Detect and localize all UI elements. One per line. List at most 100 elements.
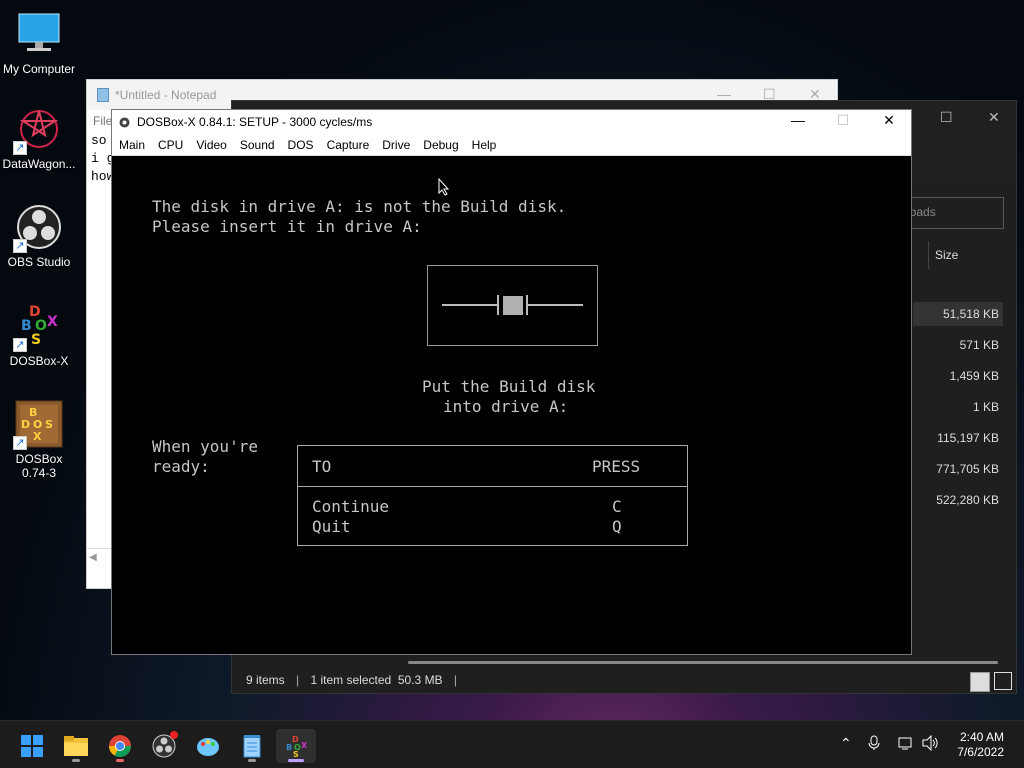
desktop-icon-label: OBS Studio: [7, 255, 71, 269]
folder-icon: [64, 736, 88, 756]
menu-sound[interactable]: Sound: [233, 138, 281, 152]
explorer-search-field[interactable]: loads: [906, 197, 1004, 229]
file-size-cell[interactable]: 51,518 KB: [913, 302, 1003, 326]
running-indicator: [288, 759, 304, 762]
desktop-icon-datawagon[interactable]: ↗ DataWagon...: [0, 105, 78, 171]
svg-text:X: X: [47, 314, 58, 330]
svg-text:X: X: [301, 741, 307, 750]
option-continue-key[interactable]: C: [612, 497, 622, 517]
menu-help[interactable]: Help: [465, 138, 503, 152]
taskbar-file-explorer[interactable]: [56, 729, 96, 763]
put-disk-message-1: Put the Build disk: [422, 377, 596, 396]
menu-drive[interactable]: Drive: [375, 138, 416, 152]
chevron-up-icon[interactable]: ⌃: [840, 735, 852, 752]
file-size-cell[interactable]: 1,459 KB: [913, 364, 1003, 388]
file-size-cell[interactable]: 571 KB: [913, 333, 1003, 357]
microphone-icon[interactable]: [868, 735, 880, 754]
obs-icon: ↗: [13, 203, 63, 253]
svg-text:S: S: [31, 332, 41, 348]
ready-prompt-2: ready:: [152, 457, 210, 476]
put-disk-message-2: into drive A:: [443, 397, 569, 416]
close-icon[interactable]: ✕: [988, 109, 1000, 126]
svg-text:B: B: [286, 743, 292, 752]
desktop-icon-dosbox[interactable]: B D O S X ↗ DOSBox 0.74-3: [0, 400, 78, 480]
volume-icon[interactable]: [922, 734, 940, 754]
system-clock[interactable]: 2:40 AM 7/6/2022: [957, 730, 1004, 760]
mouse-cursor-icon: [438, 177, 450, 196]
item-count: 9 items: [246, 673, 285, 687]
explorer-status-bar: 9 items | 1 item selected 50.3 MB |: [232, 667, 1016, 693]
clock-date: 7/6/2022: [957, 745, 1004, 759]
svg-text:X: X: [33, 430, 42, 443]
svg-text:D: D: [21, 418, 30, 431]
menu-debug[interactable]: Debug: [416, 138, 464, 152]
dosbox-title: DOSBox-X 0.84.1: SETUP - 3000 cycles/ms: [137, 115, 373, 129]
file-size-cell[interactable]: 1 KB: [913, 395, 1003, 419]
svg-text:S: S: [45, 418, 53, 431]
taskbar-obs[interactable]: [144, 729, 184, 763]
taskbar-chrome[interactable]: [100, 729, 140, 763]
options-table-divider: [298, 486, 687, 487]
details-view-icon[interactable]: [970, 672, 990, 692]
shortcut-arrow-icon: ↗: [13, 338, 27, 352]
dosbox-menubar: Main CPU Video Sound DOS Capture Drive D…: [112, 134, 911, 156]
menu-cpu[interactable]: CPU: [151, 138, 189, 152]
disk-error-message: The disk in drive A: is not the Build di…: [152, 197, 567, 216]
file-size-cell[interactable]: 771,705 KB: [913, 457, 1003, 481]
horizontal-scrollbar[interactable]: [87, 548, 111, 568]
dosbox-x-icon: D B O X S ↗: [13, 302, 63, 352]
desktop-icon-obs-studio[interactable]: ↗ OBS Studio: [0, 203, 78, 269]
file-size-cell[interactable]: 522,280 KB: [913, 488, 1003, 512]
column-header-to: TO: [312, 457, 332, 476]
desktop-icon-dosbox-x[interactable]: D B O X S ↗ DOSBox-X: [0, 302, 78, 368]
taskbar: D B O X S ⌃ 2:40 AM 7/6/2022: [0, 720, 1024, 768]
running-indicator: [72, 759, 80, 762]
insert-disk-message: Please insert it in drive A:: [152, 217, 422, 236]
option-quit-key[interactable]: Q: [612, 517, 622, 537]
maximize-icon[interactable]: ☐: [828, 112, 858, 129]
notepad-icon: [243, 735, 261, 758]
shortcut-arrow-icon: ↗: [13, 436, 27, 450]
option-quit-label[interactable]: Quit: [312, 517, 351, 537]
menu-dos[interactable]: DOS: [281, 138, 320, 152]
datawagon-icon: ↗: [13, 105, 63, 155]
menu-capture[interactable]: Capture: [320, 138, 376, 152]
menu-main[interactable]: Main: [112, 138, 151, 152]
dosbox-app-icon: [118, 116, 131, 129]
dosbox-x-window[interactable]: DOSBox-X 0.84.1: SETUP - 3000 cycles/ms …: [111, 109, 912, 655]
close-icon[interactable]: ✕: [874, 112, 904, 129]
desktop-icon-label: DataWagon...: [2, 157, 76, 171]
network-icon[interactable]: [898, 735, 914, 754]
desktop-icon-label: My Computer: [2, 62, 76, 76]
notification-badge: [170, 731, 178, 739]
svg-text:S: S: [293, 750, 299, 758]
taskbar-paint[interactable]: [188, 729, 228, 763]
running-indicator: [116, 759, 124, 762]
horizontal-scrollbar[interactable]: [408, 661, 998, 664]
dosbox-titlebar[interactable]: DOSBox-X 0.84.1: SETUP - 3000 cycles/ms …: [112, 110, 911, 134]
maximize-icon[interactable]: ☐: [940, 109, 953, 126]
minimize-icon[interactable]: —: [783, 112, 813, 128]
floppy-drive-illustration: [427, 265, 598, 346]
size-column-header[interactable]: Size: [928, 241, 1008, 269]
dos-screen[interactable]: The disk in drive A: is not the Build di…: [112, 156, 911, 654]
menu-video[interactable]: Video: [189, 138, 232, 152]
start-button[interactable]: [12, 729, 52, 763]
dosbox-icon: B D O S X ↗: [13, 400, 63, 450]
file-size-cell[interactable]: 115,197 KB: [913, 426, 1003, 450]
dosbox-x-icon: D B O X S: [286, 735, 307, 758]
selection-info: 1 item selected 50.3 MB: [310, 673, 443, 687]
shortcut-arrow-icon: ↗: [13, 141, 27, 155]
notepad-title: *Untitled - Notepad: [115, 88, 217, 102]
running-indicator: [248, 759, 256, 762]
desktop-icon-my-computer[interactable]: My Computer: [0, 10, 78, 76]
option-continue-label[interactable]: Continue: [312, 497, 389, 517]
shortcut-arrow-icon: ↗: [13, 239, 27, 253]
tiles-view-icon[interactable]: [994, 672, 1012, 690]
status-separator: |: [453, 673, 458, 687]
column-header-press: PRESS: [592, 457, 641, 476]
taskbar-notepad[interactable]: [232, 729, 272, 763]
desktop-icon-label: DOSBox 0.74-3: [15, 452, 63, 480]
taskbar-dosbox-x[interactable]: D B O X S: [276, 729, 316, 763]
windows-logo-icon: [21, 735, 43, 757]
